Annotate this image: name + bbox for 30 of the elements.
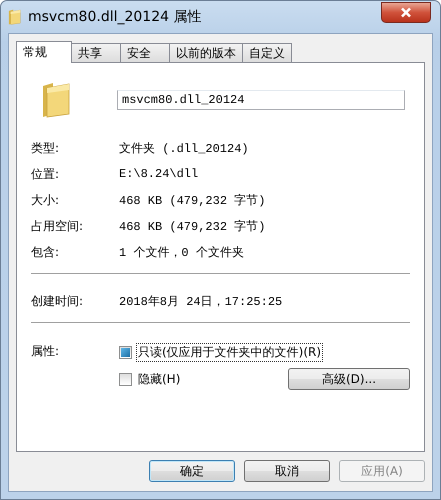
window-title: msvcm80.dll_20124 属性 bbox=[28, 8, 202, 26]
tab[interactable]: 安全 bbox=[120, 43, 170, 62]
property-value: 1 个文件，0 个文件夹 bbox=[119, 244, 245, 260]
dialog-button[interactable]: 取消 bbox=[244, 460, 330, 482]
checkbox-label: 隐藏(H) bbox=[137, 370, 182, 388]
property-label: 大小: bbox=[31, 192, 60, 208]
dialog-button[interactable]: 确定 bbox=[149, 460, 235, 482]
folder-icon bbox=[8, 9, 22, 25]
property-value: 2018年8月 24日，17:25:25 bbox=[119, 294, 284, 310]
checkbox[interactable] bbox=[119, 346, 132, 359]
property-label: 创建时间: bbox=[31, 292, 84, 310]
property-label: 包含: bbox=[31, 244, 60, 260]
property-value: 468 KB (479,232 字节) bbox=[119, 192, 266, 208]
checkbox-label: 只读(仅应用于文件夹中的文件)(R) bbox=[136, 343, 324, 362]
property-label: 位置: bbox=[31, 166, 60, 182]
property-value: 468 KB (479,232 字节) bbox=[119, 218, 266, 234]
property-label: 属性: bbox=[31, 343, 60, 360]
property-label: 类型: bbox=[31, 140, 60, 156]
property-value: 文件夹 (.dll_20124) bbox=[119, 140, 250, 156]
close-button[interactable] bbox=[381, 2, 431, 22]
tab[interactable]: 以前的版本 bbox=[169, 43, 243, 62]
tab[interactable]: 共享 bbox=[71, 43, 121, 62]
name-field[interactable]: msvcm80.dll_20124 bbox=[117, 90, 405, 110]
close-icon bbox=[400, 6, 412, 18]
property-label: 占用空间: bbox=[31, 218, 84, 234]
tab[interactable]: 自定义 bbox=[242, 43, 292, 62]
tab[interactable]: 常规 bbox=[16, 41, 72, 63]
checkbox[interactable] bbox=[119, 372, 132, 386]
advanced-button[interactable]: 高级(D)... bbox=[288, 368, 410, 390]
property-value: E:\8.24\dll bbox=[119, 167, 200, 181]
